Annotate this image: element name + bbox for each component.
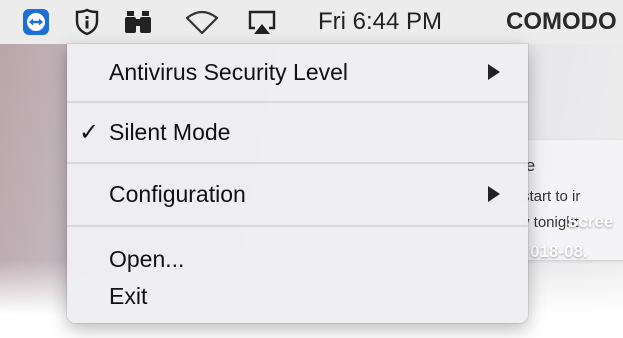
comodo-status-menu: Antivirus Security Level ✓ Silent Mode C… (67, 44, 528, 323)
desktop-file-label[interactable]: 018-08. (530, 242, 588, 262)
notification-body-line: start to ir (522, 188, 581, 205)
wifi-icon[interactable] (185, 0, 219, 44)
submenu-arrow-icon (488, 64, 500, 80)
menu-item-label: Open... (109, 245, 185, 272)
menu-item-antivirus-security-level[interactable]: Antivirus Security Level (67, 52, 528, 92)
binoculars-icon[interactable] (124, 0, 152, 44)
menu-item-configuration[interactable]: Configuration (67, 174, 528, 214)
shield-info-icon[interactable] (74, 0, 100, 44)
menu-bar: Fri 6:44 PM COMODO (0, 0, 623, 44)
app-name-text: COMODO (506, 8, 617, 35)
desktop-file-label[interactable]: Scree (567, 212, 613, 232)
menu-separator (67, 101, 528, 103)
checkmark-icon: ✓ (79, 118, 100, 146)
menubar-clock[interactable]: Fri 6:44 PM (318, 0, 442, 44)
menu-item-label: Silent Mode (109, 118, 231, 145)
menu-item-open[interactable]: Open... (67, 239, 528, 279)
teamviewer-icon[interactable] (22, 0, 50, 44)
menu-item-silent-mode[interactable]: ✓ Silent Mode (67, 112, 528, 152)
menu-item-label: Configuration (109, 180, 246, 207)
submenu-arrow-icon (488, 186, 500, 202)
menu-separator (67, 162, 528, 164)
clock-text: Fri 6:44 PM (318, 8, 443, 35)
menu-item-label: Antivirus Security Level (109, 58, 349, 85)
menu-item-label: Exit (109, 282, 148, 309)
menu-item-exit[interactable]: Exit (67, 276, 528, 316)
menubar-app-name[interactable]: COMODO (506, 0, 617, 44)
airplay-icon[interactable] (246, 0, 278, 44)
menu-separator (67, 225, 528, 227)
